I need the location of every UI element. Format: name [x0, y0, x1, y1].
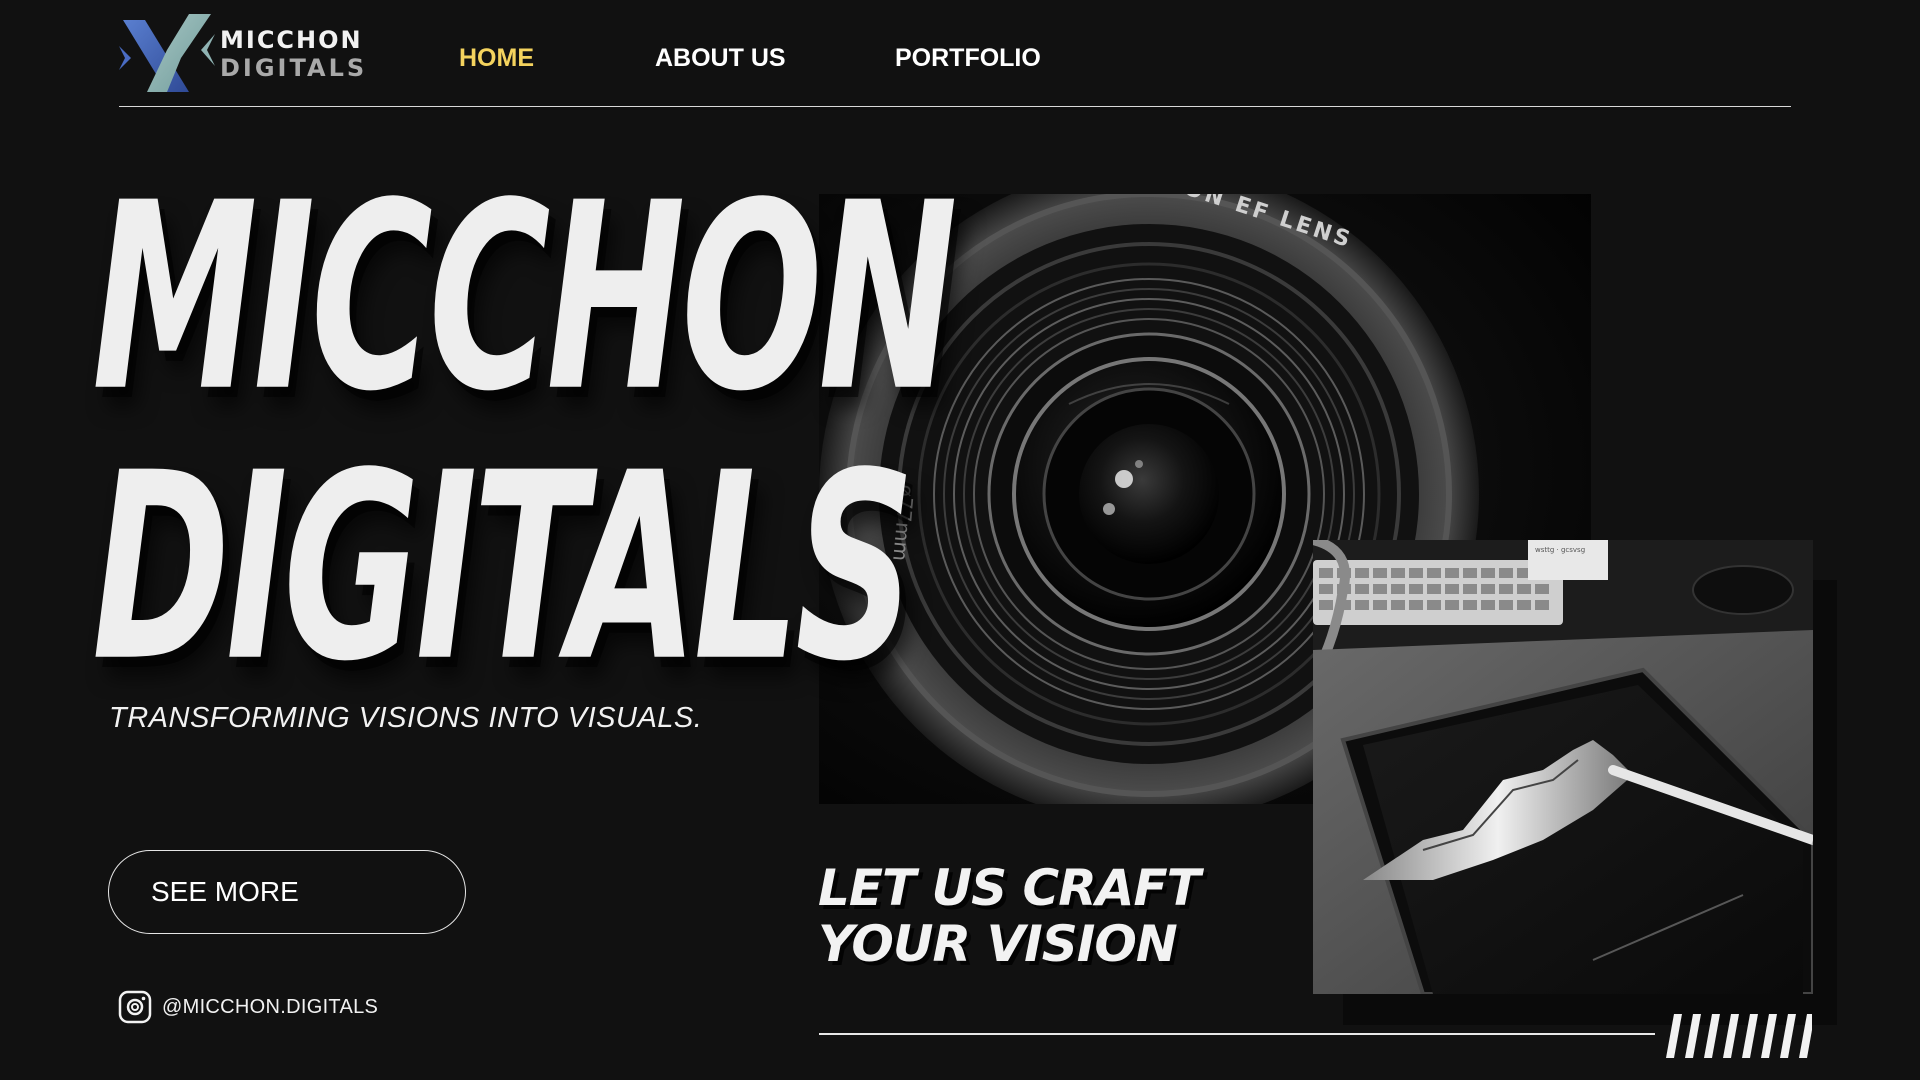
header-divider: [119, 106, 1791, 107]
logo-line1: MICCHON: [220, 26, 363, 54]
instagram-link[interactable]: @MICCHON.DIGITALS: [118, 990, 378, 1024]
hero-title-line1: MICCHON: [92, 149, 958, 449]
decorative-stripes-icon: [1666, 1014, 1812, 1058]
hero-title-line2: DIGITALS: [92, 419, 915, 719]
instagram-icon: [118, 990, 152, 1024]
see-more-button[interactable]: SEE MORE: [108, 850, 466, 934]
nav-item-home[interactable]: HOME: [459, 44, 534, 73]
tablet-drawing-illustration: wsttg · gcsvsg: [1313, 540, 1813, 994]
home-page: MICCHON DIGITALS HOME ABOUT US PORTFOLIO: [0, 0, 1920, 1080]
nav-item-about-us[interactable]: ABOUT US: [655, 44, 786, 73]
tablet-drawing-photo: wsttg · gcsvsg: [1313, 540, 1813, 994]
nav-item-portfolio[interactable]: PORTFOLIO: [895, 44, 1041, 73]
brand-logo[interactable]: MICCHON DIGITALS: [117, 6, 367, 102]
cta-headline: LET US CRAFT YOUR VISION: [818, 859, 1201, 973]
footer-divider: [819, 1033, 1655, 1035]
cta-headline-line1: LET US CRAFT: [818, 859, 1201, 917]
logo-mark-icon: [119, 14, 215, 92]
instagram-handle: @MICCHON.DIGITALS: [162, 995, 379, 1018]
logo-wordmark: MICCHON DIGITALS: [220, 26, 367, 82]
logo-line2: DIGITALS: [220, 54, 368, 82]
hero-tagline: TRANSFORMING VISIONS INTO VISUALS.: [109, 702, 703, 734]
cta-headline-line2: YOUR VISION: [818, 915, 1178, 973]
note-card-text: wsttg · gcsvsg: [1535, 546, 1585, 554]
hero-title: MICCHON DIGITALS: [92, 170, 958, 698]
